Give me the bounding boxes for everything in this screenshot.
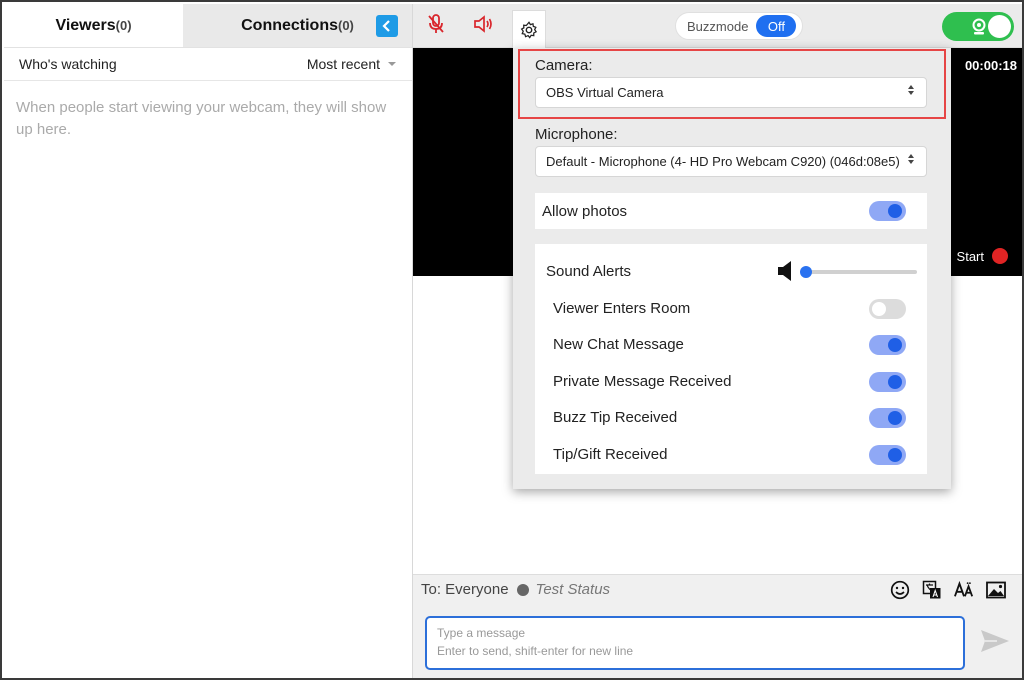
toggle-knob [888,411,902,425]
mute-microphone-button[interactable] [425,13,447,35]
collapse-panel-button[interactable] [376,15,398,37]
viewers-subheader: Who's watching Most recent [4,48,412,81]
empty-viewers-message: When people start viewing your webcam, t… [16,99,387,138]
buzzmode-status: Off [756,15,797,37]
tab-connections-count: (0) [338,18,354,33]
select-arrows-icon [908,85,914,95]
alert-label: New Chat Message [553,336,684,353]
alert-label: Buzz Tip Received [553,409,678,426]
camera-label: Camera: [535,57,593,74]
webcam-icon [972,18,986,35]
volume-icon [778,261,791,281]
alert-toggle[interactable] [869,372,906,392]
sort-value: Most recent [306,56,380,72]
viewers-panel: Viewers (0) Connections (0) Who's watching… [4,4,413,678]
alert-toggle[interactable] [869,408,906,428]
speaker-muted-icon [474,15,492,33]
sort-dropdown[interactable]: Most recent [307,56,396,72]
mute-speaker-button[interactable] [472,13,494,35]
alert-toggle[interactable] [869,299,906,319]
settings-button[interactable] [512,10,546,48]
sound-alerts-card: Sound Alerts Viewer Enters Room New Chat … [535,244,927,474]
buzzmode-label: Buzzmode [687,18,749,34]
smiley-icon [890,580,910,600]
toggle-knob [888,338,902,352]
broadcast-timer: 00:00:18 [964,58,1017,73]
status-text[interactable]: Test Status [536,581,611,598]
alert-label: Viewer Enters Room [553,300,691,317]
caret-down-icon [388,62,396,66]
allow-photos-toggle[interactable] [869,201,906,221]
toggle-knob [888,204,902,218]
send-icon [981,630,1009,652]
message-hint: Enter to send, shift-enter for new line [437,644,634,658]
emoji-button[interactable] [890,580,910,600]
microphone-value: Default - Microphone (4- HD Pro Webcam C… [546,154,900,169]
volume-slider-track[interactable] [806,270,917,274]
message-composer: Type a message Enter to send, shift-ente… [413,604,1022,678]
app-frame: Viewers (0) Connections (0) Who's watching… [0,0,1024,680]
translate-button[interactable] [922,580,942,600]
toggle-knob [872,302,886,316]
volume-slider-thumb[interactable] [800,266,812,278]
sound-alerts-label: Sound Alerts [546,263,632,280]
alert-label: Private Message Received [553,373,732,390]
message-placeholder: Type a message [437,626,526,640]
toggle-knob [888,375,902,389]
microphone-muted-icon [428,14,444,33]
select-arrows-icon [908,154,914,164]
gear-icon [520,20,538,39]
whos-watching-label: Who's watching [19,56,117,72]
chevron-left-icon [382,20,390,32]
microphone-label: Microphone: [535,126,618,143]
chat-status-bar: To: Everyone Test Status [413,574,1022,604]
viewer-tabs: Viewers (0) Connections (0) [4,4,412,48]
camera-value: OBS Virtual Camera [546,85,664,100]
settings-panel: Camera: OBS Virtual Camera Microphone: D… [513,48,951,489]
buzzmode-toggle[interactable]: Buzzmode Off [675,12,803,40]
go-live-toggle[interactable] [942,12,1014,41]
send-button[interactable] [980,628,1010,654]
image-button[interactable] [986,580,1006,600]
toggle-knob [888,448,902,462]
start-label: Start [956,248,984,264]
image-icon [986,581,1006,599]
camera-select[interactable]: OBS Virtual Camera [535,77,927,108]
allow-photos-card: Allow photos [535,193,927,229]
start-recording-button[interactable]: Start [957,248,1008,264]
tab-viewers-count: (0) [115,18,132,33]
translate-icon [922,580,941,599]
toggle-knob [988,15,1011,38]
alert-toggle[interactable] [869,445,906,465]
tab-connections-label: Connections [241,16,338,34]
font-size-button[interactable] [954,580,974,600]
status-dot-icon [516,583,529,596]
tab-viewers[interactable]: Viewers (0) [4,4,183,47]
tab-viewers-label: Viewers [55,16,116,34]
microphone-select[interactable]: Default - Microphone (4- HD Pro Webcam C… [535,146,927,177]
alert-toggle[interactable] [869,335,906,355]
chat-tools [890,580,1006,600]
allow-photos-label: Allow photos [542,202,628,220]
recipient-selector[interactable]: To: Everyone [421,581,509,598]
alert-label: Tip/Gift Received [553,446,668,463]
message-input[interactable]: Type a message Enter to send, shift-ente… [425,616,965,670]
font-size-icon [954,580,974,597]
record-dot-icon [992,248,1008,264]
